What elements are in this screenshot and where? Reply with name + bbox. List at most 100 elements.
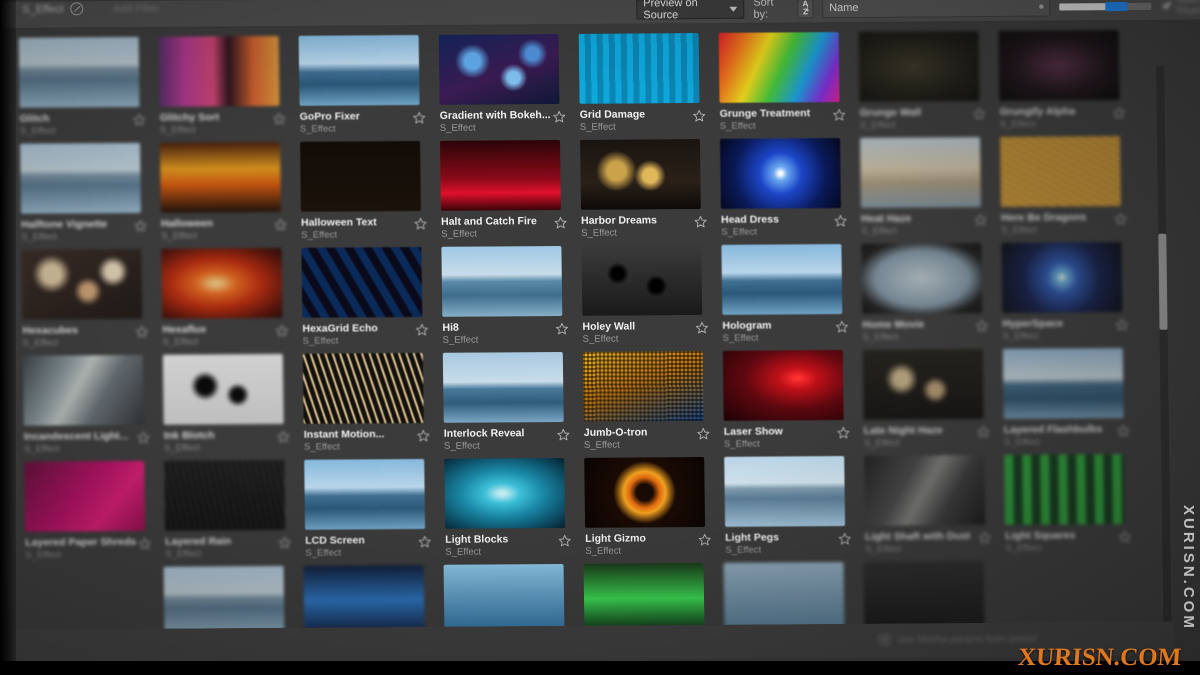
preset-card-partial[interactable]	[723, 562, 863, 630]
preset-thumbnail[interactable]	[862, 349, 984, 420]
preset-card[interactable]: Hexacubes S_Effect	[21, 248, 160, 350]
no-entry-icon[interactable]	[70, 2, 84, 16]
preset-card[interactable]: Interlock Reveal S_Effect	[442, 351, 582, 453]
preset-card[interactable]: Instant Motion... S_Effect	[302, 352, 442, 454]
preset-thumbnail[interactable]	[444, 457, 566, 529]
favorite-star-icon[interactable]	[694, 215, 707, 228]
preset-card[interactable]: Head Dress S_Effect	[720, 138, 859, 239]
preset-card[interactable]: Layered Flashbulbs S_Effect	[1002, 348, 1142, 449]
preset-card[interactable]: Light Squares S_Effect	[1004, 454, 1143, 555]
zoom-slider-handle[interactable]	[1105, 1, 1128, 11]
preset-card[interactable]: LCD Screen S_Effect	[304, 458, 443, 560]
preset-card[interactable]: HyperSpace S_Effect	[1001, 242, 1140, 343]
preset-thumbnail[interactable]	[161, 247, 283, 319]
preset-card[interactable]: Harbor Dreams S_Effect	[580, 139, 719, 240]
preset-thumbnail[interactable]	[438, 34, 560, 105]
favorite-star-icon[interactable]	[413, 111, 426, 124]
preset-thumbnail[interactable]	[720, 138, 841, 209]
favorite-star-icon[interactable]	[134, 219, 147, 232]
preset-thumbnail[interactable]	[442, 351, 564, 423]
preset-card[interactable]: Grunge Treatment S_Effect	[718, 32, 858, 133]
preset-thumbnail[interactable]	[863, 561, 985, 630]
preset-card[interactable]: Ink Blotch S_Effect	[162, 353, 302, 455]
preview-mode-dropdown[interactable]: Preview on Source	[636, 0, 745, 21]
favorite-star-icon[interactable]	[697, 427, 710, 440]
preset-card[interactable]: Gradient with Bokeh... S_Effect	[438, 34, 578, 135]
preset-thumbnail[interactable]	[301, 246, 423, 318]
checkbox-icon[interactable]	[1160, 0, 1171, 12]
preset-thumbnail[interactable]	[1000, 136, 1121, 207]
preset-thumbnail[interactable]	[583, 562, 705, 630]
preset-card[interactable]: Late Night Haze S_Effect	[862, 349, 1002, 450]
favorite-star-icon[interactable]	[695, 321, 708, 334]
preset-card[interactable]: Hi8 S_Effect	[441, 245, 580, 347]
preset-thumbnail[interactable]	[304, 458, 426, 530]
preset-thumbnail[interactable]	[443, 563, 565, 630]
favorite-star-icon[interactable]	[277, 430, 290, 443]
preset-thumbnail[interactable]	[724, 456, 846, 527]
preset-thumbnail[interactable]	[723, 562, 845, 630]
favorite-star-icon[interactable]	[973, 107, 986, 120]
favorite-star-icon[interactable]	[555, 322, 568, 335]
preset-thumbnail[interactable]	[164, 459, 286, 531]
preset-thumbnail[interactable]	[22, 354, 144, 426]
favorite-star-icon[interactable]	[278, 536, 291, 549]
preset-card-partial[interactable]	[863, 561, 1003, 630]
favorite-star-icon[interactable]	[1117, 424, 1130, 437]
favorite-star-icon[interactable]	[414, 217, 427, 230]
preset-card[interactable]: Holey Wall S_Effect	[581, 245, 720, 346]
preset-card[interactable]: HexaGrid Echo S_Effect	[301, 246, 440, 348]
preset-grid-panel[interactable]: Glitch S_Effect Glitchy Sort S_Effect GoPro …	[4, 21, 1175, 630]
thumbnail-zoom-slider[interactable]	[1059, 1, 1152, 11]
favorite-star-icon[interactable]	[1115, 318, 1128, 331]
preset-thumbnail[interactable]	[864, 455, 986, 526]
preset-thumbnail[interactable]	[162, 353, 284, 425]
preset-card[interactable]: Light Pegs S_Effect	[724, 456, 863, 557]
preset-thumbnail[interactable]	[20, 142, 141, 214]
preset-thumbnail[interactable]	[160, 141, 281, 213]
mocha-params-toggle[interactable]: Use Mocha params from preset	[878, 633, 1037, 646]
favorite-star-icon[interactable]	[1114, 212, 1127, 225]
favorite-star-icon[interactable]	[834, 214, 847, 227]
preset-thumbnail[interactable]	[163, 565, 285, 630]
preset-thumbnail[interactable]	[578, 33, 700, 104]
preset-thumbnail[interactable]	[303, 564, 425, 630]
preset-thumbnail[interactable]	[860, 137, 981, 208]
favorite-star-icon[interactable]	[977, 425, 990, 438]
favorite-star-icon[interactable]	[698, 533, 711, 546]
preset-thumbnail[interactable]	[718, 32, 840, 103]
favorite-star-icon[interactable]	[1113, 106, 1126, 119]
favorite-star-icon[interactable]	[835, 320, 848, 333]
preset-card[interactable]: Layered Rain S_Effect	[164, 459, 303, 561]
preset-card[interactable]: Halt and Catch Fire S_Effect	[440, 139, 579, 241]
favorite-star-icon[interactable]	[553, 110, 566, 123]
preset-thumbnail[interactable]	[1001, 242, 1123, 313]
preset-thumbnail[interactable]	[18, 36, 140, 108]
favorite-star-icon[interactable]	[974, 213, 987, 226]
preset-thumbnail[interactable]	[158, 35, 280, 107]
favorite-star-icon[interactable]	[1118, 530, 1131, 543]
active-filter-tag[interactable]: S_Effect	[22, 3, 64, 15]
preset-card[interactable]: Heat Haze S_Effect	[860, 137, 999, 238]
preset-thumbnail[interactable]	[998, 30, 1120, 101]
favorite-star-icon[interactable]	[978, 531, 991, 544]
preset-card[interactable]: GoPro Fixer S_Effect	[298, 34, 438, 136]
preset-thumbnail[interactable]	[441, 245, 563, 317]
preset-card[interactable]: Light Shaft with Dust S_Effect	[864, 455, 1003, 556]
preset-card[interactable]: Light Blocks S_Effect	[444, 457, 583, 559]
preset-card[interactable]: Glitch S_Effect	[18, 36, 158, 138]
checkbox-icon[interactable]	[878, 633, 891, 646]
preset-card[interactable]: Halloween Text S_Effect	[300, 140, 439, 242]
preset-card[interactable]: Here Be Dragons S_Effect	[1000, 136, 1139, 237]
preset-thumbnail[interactable]	[858, 31, 980, 102]
preset-thumbnail[interactable]	[440, 139, 561, 211]
preset-card[interactable]: Light Gizmo S_Effect	[584, 456, 723, 558]
favorite-star-icon[interactable]	[418, 535, 431, 548]
preset-thumbnail[interactable]	[580, 139, 701, 210]
preset-card[interactable]: Home Movie S_Effect	[861, 243, 1000, 344]
preset-card[interactable]: Grungify Alpha S_Effect	[998, 30, 1138, 131]
preset-card[interactable]: Grid Damage S_Effect	[578, 33, 718, 134]
preset-thumbnail[interactable]	[300, 140, 421, 212]
preset-card[interactable]: Hologram S_Effect	[721, 244, 860, 345]
preset-card-partial[interactable]	[303, 564, 443, 630]
